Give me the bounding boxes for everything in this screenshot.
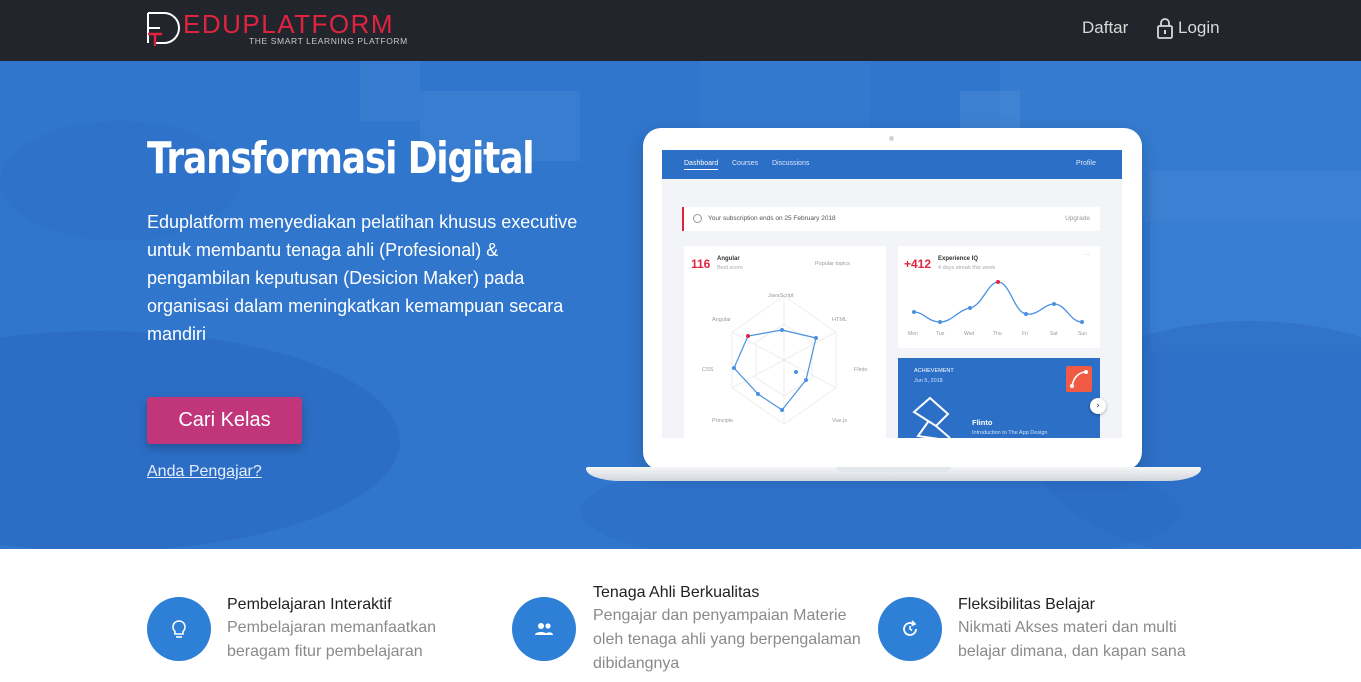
radar-label-html: HTML [832, 317, 847, 323]
achievement-badge [1066, 366, 1092, 392]
radar-label-flinto: Flinto [854, 367, 868, 373]
radar-chart-graphic [731, 295, 837, 425]
achievement-card: ACHIEVEMENT Jun 5, 2018 Flinto Introduct… [898, 358, 1100, 438]
feature-desc: Nikmati Akses materi dan multi belajar d… [958, 619, 1186, 660]
skill-sub: Best score [717, 265, 743, 271]
laptop-mockup: Dashboard Courses Discussions Profile Yo… [586, 128, 1201, 483]
achievement-name: Flinto [972, 418, 993, 427]
trophy-icon [912, 396, 951, 438]
radar-label-css: CSS [702, 367, 714, 373]
feature-title: Tenaga Ahli Berkualitas [593, 584, 760, 601]
skill-score: 116 [691, 257, 711, 271]
day-label: Wed [964, 331, 975, 337]
feature-desc: Pengajar dan penyampaian Materie oleh te… [593, 607, 861, 672]
logo-mark-icon [147, 12, 180, 46]
camera-dot [889, 136, 894, 141]
feature-desc: Pembelajaran memanfaatkan beragam fitur … [227, 619, 437, 660]
features-section: Pembelajaran Interaktif Pembelajaran mem… [0, 549, 1361, 682]
dashboard-screen: Dashboard Courses Discussions Profile Yo… [662, 150, 1122, 438]
skill-card: 116 Angular Best score Popular topics Ja… [684, 246, 886, 438]
day-label: Thu [993, 331, 1002, 337]
feature-icon-circle [878, 597, 942, 661]
day-label: Sat [1050, 331, 1058, 337]
logo-wordmark: EDUPLATFORM [183, 10, 394, 38]
top-navbar: EDUPLATFORM THE SMART LEARNING PLATFORM … [0, 0, 1361, 61]
teacher-link[interactable]: Anda Pengajar? [147, 463, 262, 481]
radar-label-javascript: JavaScript [768, 293, 794, 299]
clock-icon [693, 214, 702, 223]
hero-title: Transformasi Digital [147, 133, 535, 184]
feature-icon-circle [512, 597, 576, 661]
achievement-date: Jun 5, 2018 [914, 378, 943, 384]
hero-description: Eduplatform menyediakan pelatihan khusus… [147, 212, 578, 344]
login-label: Login [1178, 18, 1220, 37]
people-icon [535, 623, 553, 635]
subscription-notice: Your subscription ends on 25 February 20… [682, 207, 1100, 231]
iq-card: +412 Experience IQ 4 days streak this we… [898, 246, 1100, 348]
refresh-clock-icon [903, 620, 917, 636]
skill-name: Angular [717, 256, 740, 262]
day-label: Sun [1078, 331, 1087, 337]
radar-label-angular: Angular [712, 317, 731, 323]
register-link[interactable]: Daftar [1082, 18, 1128, 38]
mockup-tab-dashboard: Dashboard [684, 160, 719, 170]
curve-tool-icon [1070, 370, 1088, 388]
day-label: Fri [1022, 331, 1028, 337]
find-class-button[interactable]: Cari Kelas [147, 397, 302, 444]
mockup-tab-courses: Courses [732, 160, 759, 167]
mockup-tab-discussions: Discussions [772, 160, 810, 167]
radar-label-vuejs: Vue.js [832, 418, 848, 424]
login-link[interactable]: Login [1156, 17, 1220, 39]
logo-wordmark-ed: ED [183, 9, 223, 39]
laptop-notch [836, 467, 951, 472]
dashboard-topbar: Dashboard Courses Discussions Profile [662, 150, 1122, 179]
hero-section: Transformasi Digital Eduplatform menyedi… [0, 61, 1361, 549]
skill-filter: Popular topics [815, 261, 850, 267]
site-logo[interactable]: EDUPLATFORM THE SMART LEARNING PLATFORM [146, 10, 408, 50]
day-label: Tue [936, 331, 945, 337]
feature-icon-circle [147, 597, 211, 661]
day-label: Mon [908, 331, 918, 337]
lightbulb-icon [172, 620, 186, 638]
achievement-desc: Introduction to The App Design [972, 430, 1048, 436]
achievement-label: ACHIEVEMENT [914, 368, 954, 374]
logo-wordmark-rest: UPLATFORM [222, 9, 395, 39]
feature-title: Pembelajaran Interaktif [227, 596, 392, 613]
next-arrow-icon: › [1090, 398, 1106, 414]
radar-label-principle: Principle [712, 418, 734, 424]
lock-icon [1157, 18, 1173, 39]
logo-tagline: THE SMART LEARNING PLATFORM [249, 36, 408, 46]
upgrade-text: Upgrade [1065, 215, 1090, 222]
feature-title: Fleksibilitas Belajar [958, 596, 1095, 613]
notice-text: Your subscription ends on 25 February 20… [708, 215, 836, 222]
mockup-profile: Profile [1076, 160, 1096, 167]
